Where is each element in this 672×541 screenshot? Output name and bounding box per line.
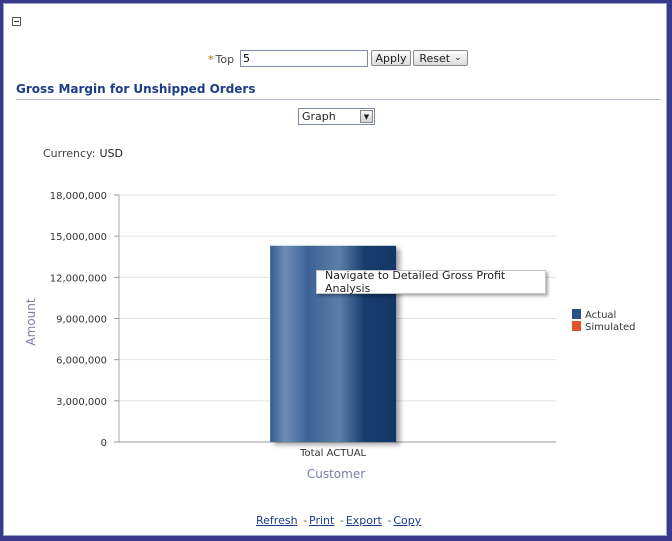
y-tick-label: 6,000,000	[56, 356, 107, 367]
export-link[interactable]: Export	[346, 514, 382, 527]
y-tick-label: 0	[101, 438, 107, 449]
legend-swatch	[572, 309, 581, 319]
print-link[interactable]: Print	[309, 514, 334, 527]
link-separator: -	[387, 514, 392, 527]
drill-tooltip[interactable]: Navigate to Detailed Gross Profit Analys…	[316, 269, 546, 295]
legend-label: Simulated	[585, 322, 636, 333]
y-tick-label: 15,000,000	[50, 232, 107, 243]
refresh-link[interactable]: Refresh	[256, 514, 298, 527]
tooltip-text: Navigate to Detailed Gross Profit Analys…	[325, 269, 506, 295]
report-panel: *Top Apply Reset⌄ Gross Margin for Unshi…	[3, 3, 667, 536]
legend-swatch	[572, 321, 581, 331]
copy-link[interactable]: Copy	[393, 514, 421, 527]
link-separator: -	[339, 514, 344, 527]
x-tick-label: Total ACTUAL	[299, 448, 366, 459]
y-tick-label: 12,000,000	[50, 273, 107, 284]
chart-legend: ActualSimulated	[572, 309, 636, 333]
y-axis-label: Amount	[24, 298, 38, 345]
y-tick-label: 3,000,000	[56, 397, 107, 408]
link-separator: -	[303, 514, 308, 527]
bar-chart: 0 3,000,000 6,000,000 9,000,000 12,000,000 15…	[24, 191, 636, 481]
x-axis-label: Customer	[307, 467, 365, 481]
x-axis: Total ACTUAL	[299, 448, 366, 459]
y-tick-label: 9,000,000	[56, 315, 107, 326]
legend-label: Actual	[585, 310, 616, 321]
y-tick-label: 18,000,000	[50, 191, 107, 202]
footer-links: Refresh - Print - Export - Copy	[256, 514, 421, 527]
